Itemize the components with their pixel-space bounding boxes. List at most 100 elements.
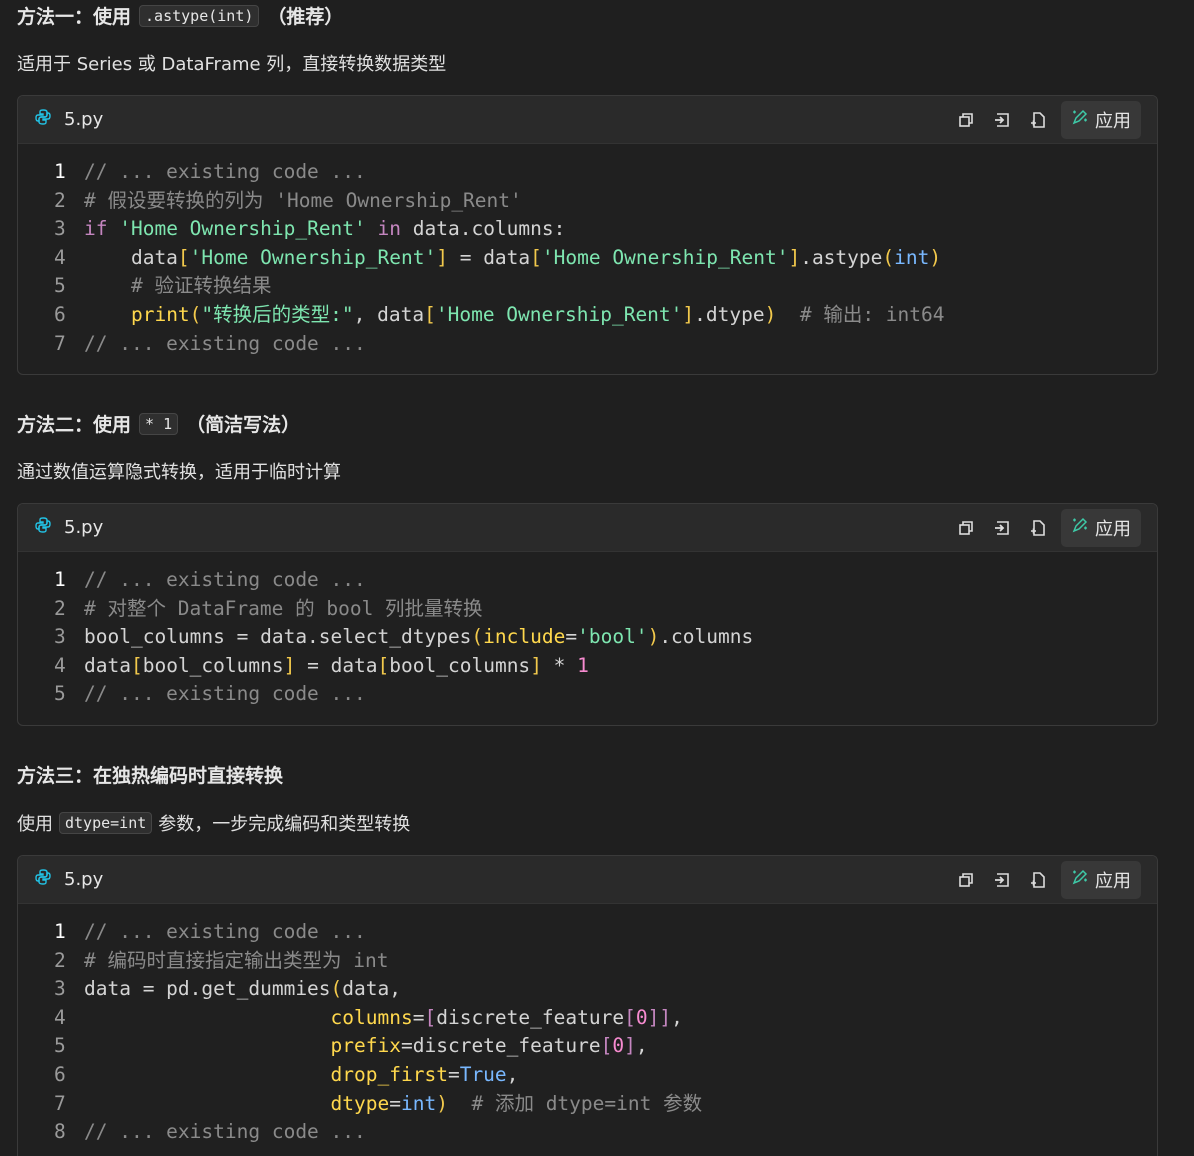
line-number: 4: [54, 245, 66, 269]
code-token: = data: [295, 653, 378, 677]
code-line: 1 // ... existing code ...: [54, 918, 1157, 947]
code-token: [: [130, 653, 143, 677]
line-number: 8: [54, 1120, 66, 1144]
code-token: ,: [671, 1005, 683, 1029]
python-file-icon: [34, 868, 52, 891]
new-file-icon[interactable]: [1025, 867, 1051, 893]
code-token: columns: [330, 1005, 413, 1029]
line-number: 4: [54, 1005, 66, 1029]
line-number: 7: [54, 1091, 66, 1115]
code-line: 2 # 假设要转换的列为 'Home Ownership_Rent': [54, 187, 1157, 216]
copy-icon[interactable]: [953, 515, 979, 541]
code-line: 5 # 验证转换结果: [54, 272, 1157, 301]
code-line: 4 columns=[discrete_feature[0]],: [54, 1004, 1157, 1033]
section-1-title-b: （推荐）: [267, 6, 344, 28]
section-2-title-a: 方法二：使用: [17, 414, 132, 436]
insert-icon[interactable]: [989, 867, 1015, 893]
code-body: 1 // ... existing code ... 2 # 假设要转换的列为 'Ho…: [18, 144, 1157, 364]
code-token: // ... existing code ...: [84, 1120, 366, 1144]
code-token: "转换后的类型:": [201, 302, 354, 326]
code-token: if: [84, 217, 108, 241]
code-token: ]: [788, 245, 801, 269]
insert-icon[interactable]: [989, 515, 1015, 541]
code-token: ]: [530, 653, 542, 677]
code-token: 'Home Ownership_Rent': [541, 245, 789, 269]
python-file-icon: [34, 108, 52, 131]
apply-button[interactable]: 应用: [1061, 508, 1141, 547]
code-token: # 验证转换结果: [84, 274, 272, 298]
line-number: 1: [54, 160, 66, 183]
code-token: 'Home Ownership_Rent': [435, 302, 683, 326]
code-body: 1 // ... existing code ... 2 # 编码时直接指定输出类型为…: [18, 904, 1157, 1153]
code-token: # 假设要转换的列为 'Home Ownership_Rent': [84, 188, 522, 212]
code-token: ]: [624, 1034, 636, 1058]
code-token: [: [530, 245, 542, 269]
code-token: [: [377, 653, 390, 677]
copy-icon[interactable]: [953, 107, 979, 133]
code-line: 4 data[bool_columns] = data[bool_columns]…: [54, 652, 1157, 681]
code-line: 5 prefix=discrete_feature[0],: [54, 1032, 1157, 1061]
code-token: [: [624, 1005, 636, 1029]
code-token: ]: [659, 1005, 672, 1029]
apply-button[interactable]: 应用: [1061, 100, 1141, 139]
code-token: include: [483, 625, 566, 649]
code-line: 3 bool_columns = data.select_dtypes(inclu…: [54, 623, 1157, 652]
code-block-header: 5.py 应用: [18, 856, 1157, 904]
file-name: 5.py: [64, 869, 104, 890]
section-2-description: 通过数值运算隐式转换，适用于临时计算: [17, 458, 341, 484]
line-number: 6: [54, 1062, 66, 1086]
section-2-heading: 方法二：使用 * 1 （简洁写法）: [17, 410, 300, 437]
code-line: 5 // ... existing code ...: [54, 680, 1157, 709]
section-1-description-text: 适用于 Series 或 DataFrame 列，直接转换数据类型: [17, 54, 447, 75]
code-token: discrete_feature: [436, 1005, 625, 1029]
new-file-icon[interactable]: [1025, 107, 1051, 133]
code-token: ): [647, 625, 660, 649]
code-token: int: [894, 245, 930, 269]
code-token: dtype: [330, 1091, 390, 1115]
line-number: 3: [54, 625, 66, 649]
section-3-heading: 方法三：在独热编码时直接转换: [17, 761, 283, 788]
code-token: data.columns:: [401, 217, 566, 241]
insert-icon[interactable]: [989, 107, 1015, 133]
code-token: =: [447, 1062, 460, 1086]
code-line: 7 dtype=int) # 添加 dtype=int 参数: [54, 1090, 1157, 1119]
python-file-icon: [34, 516, 52, 539]
code-token: 0: [635, 1005, 648, 1029]
section-3-desc-b: 参数，一步完成编码和类型转换: [158, 814, 411, 835]
code-token: (: [882, 245, 895, 269]
copy-icon[interactable]: [953, 867, 979, 893]
line-number: 2: [54, 188, 66, 212]
file-name: 5.py: [64, 517, 104, 538]
code-token: ]: [647, 1005, 660, 1029]
code-token: // ... existing code ...: [84, 682, 366, 706]
code-token: .columns: [659, 625, 754, 649]
section-1-inline-code: .astype(int): [139, 4, 260, 27]
code-token: = data: [447, 245, 531, 269]
line-number: 6: [54, 302, 66, 326]
code-token: ,: [506, 1062, 519, 1086]
apply-button[interactable]: 应用: [1061, 860, 1141, 899]
apply-icon: [1071, 868, 1089, 891]
new-file-icon[interactable]: [1025, 515, 1051, 541]
line-number: 2: [54, 948, 66, 972]
code-line: 6 drop_first=True,: [54, 1061, 1157, 1090]
code-token: drop_first: [330, 1062, 448, 1086]
file-label: 5.py: [34, 516, 103, 539]
code-token: ,: [635, 1034, 648, 1058]
code-line: 2 # 对整个 DataFrame 的 bool 列批量转换: [54, 595, 1157, 624]
line-number: 1: [54, 920, 66, 943]
code-token: bool_columns: [389, 653, 531, 677]
code-token: ): [436, 1091, 448, 1115]
code-token: int: [401, 1091, 437, 1115]
apply-icon: [1071, 516, 1089, 539]
file-label: 5.py: [34, 868, 103, 891]
code-token: =: [565, 625, 578, 649]
line-number: 1: [54, 568, 66, 591]
code-token: 'Home Ownership_Rent': [119, 217, 366, 241]
code-token: ]: [283, 653, 296, 677]
line-number: 5: [54, 682, 66, 706]
